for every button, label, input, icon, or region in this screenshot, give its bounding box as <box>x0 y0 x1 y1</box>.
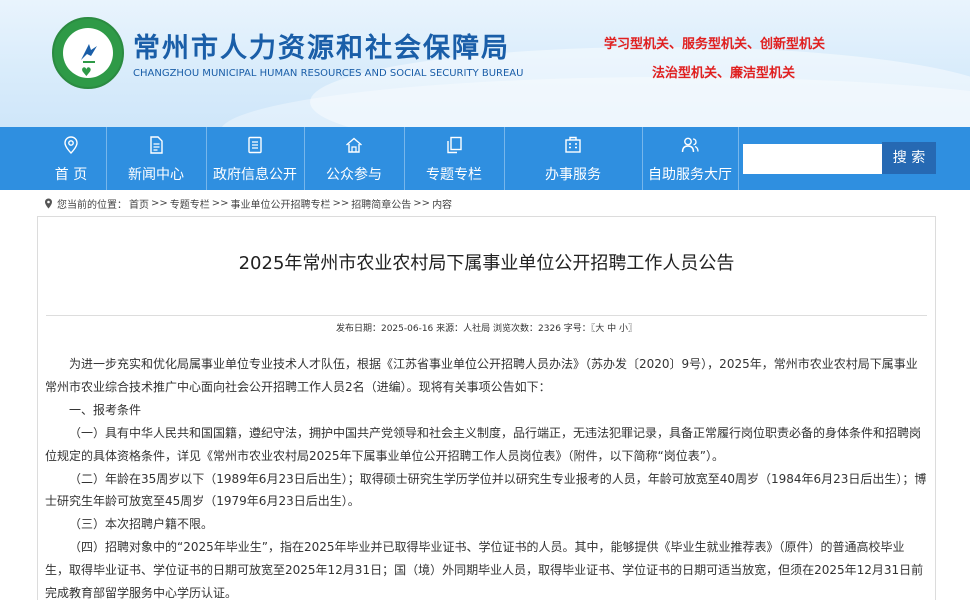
nav-item-services[interactable]: 办事服务 <box>504 127 642 190</box>
breadcrumb-recruitment[interactable]: 事业单位公开招聘专栏 <box>231 196 331 211</box>
breadcrumb-topics[interactable]: 专题专栏 <box>170 196 210 211</box>
nav-label: 自助服务大厅 <box>648 167 732 183</box>
slogan-line-1: 学习型机关、服务型机关、创新型机关 <box>604 37 826 52</box>
nav-divider <box>738 127 739 190</box>
breadcrumb-prefix: 您当前的位置： <box>57 199 127 211</box>
location-pin-icon <box>45 198 52 208</box>
article-container: 2025年常州市农业农村局下属事业单位公开招聘工作人员公告 发布日期：2025-… <box>37 216 936 600</box>
nav-label: 政府信息公开 <box>213 167 297 183</box>
breadcrumb-separator: >> <box>332 197 350 209</box>
article-paragraph: （三）本次招聘户籍不限。 <box>69 517 214 532</box>
article-body: 为进一步充实和优化局属事业单位专业技术人才队伍，根据《江苏省事业单位公开招聘人员… <box>45 353 927 600</box>
search-button[interactable]: 搜 索 <box>882 142 936 174</box>
nav-item-self-service[interactable]: 自助服务大厅 <box>642 127 738 190</box>
breadcrumb-current: 内容 <box>432 199 453 211</box>
title-divider <box>46 315 927 316</box>
site-header: ♥ 常州市人力资源和社会保障局 CHANGZHOU MUNICIPAL HUMA… <box>0 0 970 127</box>
nav-label: 办事服务 <box>545 167 601 183</box>
nav-label: 新闻中心 <box>128 167 184 183</box>
search-input[interactable] <box>743 144 883 174</box>
breadcrumb-announcements[interactable]: 招聘简章公告 <box>351 196 411 211</box>
breadcrumb-separator: >> <box>211 197 229 209</box>
nav-item-topics[interactable]: 专题专栏 <box>404 127 504 190</box>
document-icon <box>150 136 163 154</box>
list-icon <box>248 136 262 154</box>
article-paragraph: （二）年龄在35周岁以下（1989年6月23日后出生）；取得硕士研究生学历学位并… <box>45 471 927 509</box>
article-paragraph: （一）具有中华人民共和国国籍，遵纪守法，拥护中国共产党领导和社会主义制度，品行端… <box>45 425 922 463</box>
nav-item-home[interactable]: 首 页 <box>36 127 106 190</box>
location-pin-icon <box>64 136 78 154</box>
nav-item-public[interactable]: 公众参与 <box>304 127 404 190</box>
nav-label: 首 页 <box>54 167 88 183</box>
bureau-logo[interactable]: ♥ <box>52 17 124 89</box>
heart-icon: ♥ <box>81 65 92 79</box>
nav-item-gov-info[interactable]: 政府信息公开 <box>206 127 304 190</box>
breadcrumb: 您当前的位置： 首页 >> 专题专栏 >> 事业单位公开招聘专栏 >> 招聘简章… <box>44 194 454 212</box>
nav-label: 公众参与 <box>326 167 382 183</box>
house-icon <box>346 137 362 153</box>
slogan-line-2: 法治型机关、廉洁型机关 <box>652 66 796 81</box>
bird-icon <box>81 44 97 63</box>
building-icon <box>565 136 581 153</box>
breadcrumb-separator: >> <box>413 197 431 209</box>
article-paragraph: （四）招聘对象中的“2025年毕业生”，指在2025年毕业并已取得毕业证书、学位… <box>45 540 924 600</box>
article-paragraph: 为进一步充实和优化局属事业单位专业技术人才队伍，根据《江苏省事业单位公开招聘人员… <box>45 357 918 394</box>
site-title: 常州市人力资源和社会保障局 <box>133 33 510 64</box>
nav-item-news[interactable]: 新闻中心 <box>106 127 206 190</box>
copy-icon <box>447 136 462 154</box>
article-title: 2025年常州市农业农村局下属事业单位公开招聘工作人员公告 <box>238 253 735 274</box>
site-subtitle: CHANGZHOU MUNICIPAL HUMAN RESOURCES AND … <box>133 68 524 79</box>
nav-label: 专题专栏 <box>426 167 482 183</box>
article-heading: 一、报考条件 <box>69 402 142 417</box>
breadcrumb-home[interactable]: 首页 <box>129 196 149 211</box>
users-icon <box>681 137 699 153</box>
breadcrumb-separator: >> <box>151 197 168 209</box>
article-meta: 发布日期：2025-06-16 来源：人社局 浏览次数：2326 字号：〖大 中… <box>335 324 637 334</box>
